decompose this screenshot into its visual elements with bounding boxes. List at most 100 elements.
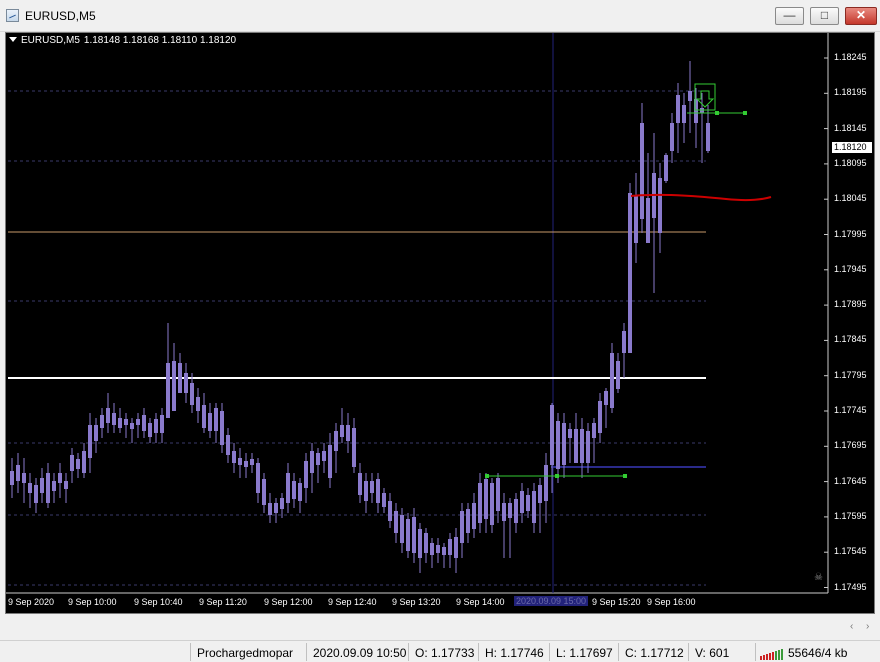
status-bar: Prochargedmopar 2020.09.09 10:50 O: 1.17… <box>0 640 880 662</box>
candle-body <box>310 451 314 473</box>
scroll-right-icon[interactable]: › <box>866 621 869 632</box>
candle-body <box>208 413 212 431</box>
price-axis-label: 1.18095 <box>834 157 867 168</box>
candle-body <box>22 473 26 483</box>
price-chart[interactable]: EURUSD,M5 1.18148 1.18168 1.18110 1.18120… <box>5 32 875 614</box>
candle-body <box>628 193 632 353</box>
candle-body <box>70 455 74 471</box>
time-axis-label: 9 Sep 10:00 <box>68 597 117 607</box>
status-separator <box>408 643 409 661</box>
candle-body <box>196 397 200 411</box>
candle-body <box>226 435 230 455</box>
candle-body <box>334 431 338 451</box>
candle-body <box>370 481 374 493</box>
price-axis-label: 1.18145 <box>834 122 867 133</box>
candle-body <box>262 479 266 505</box>
candle-body <box>106 408 110 423</box>
candle-body <box>538 485 542 503</box>
skull-icon: ☠ <box>814 572 823 583</box>
trade-marker <box>555 474 559 478</box>
candle-body <box>274 503 278 513</box>
time-axis-label: 9 Sep 12:00 <box>264 597 313 607</box>
candle-body <box>286 473 290 503</box>
candle-body <box>172 361 176 411</box>
candle-body <box>490 483 494 525</box>
candle-body <box>484 479 488 519</box>
candle-body <box>556 421 560 469</box>
candle-body <box>580 429 584 463</box>
price-axis-label: 1.17945 <box>834 263 867 274</box>
trade-marker <box>485 474 489 478</box>
price-axis-label: 1.18195 <box>834 87 867 98</box>
candle-body <box>154 419 158 433</box>
status-separator <box>306 643 307 661</box>
current-price-label: 1.18120 <box>832 142 872 153</box>
candle-body <box>256 463 260 493</box>
candle-body <box>622 331 626 353</box>
caption-dropdown-icon[interactable] <box>9 37 17 42</box>
price-axis-label: 1.17695 <box>834 440 867 451</box>
candle-body <box>64 481 68 489</box>
candle-body <box>178 363 182 393</box>
candle-body <box>448 539 452 555</box>
candle-body <box>430 543 434 555</box>
status-profile[interactable]: Prochargedmopar <box>197 646 293 660</box>
price-axis-label: 1.17495 <box>834 581 867 592</box>
candle-body <box>142 415 146 431</box>
title-bar[interactable]: EURUSD,M5 — □ ✕ <box>0 0 880 32</box>
candle-body <box>664 155 668 181</box>
candle-body <box>604 391 608 405</box>
status-separator <box>688 643 689 661</box>
status-open: O: 1.17733 <box>415 646 475 660</box>
candle-body <box>52 481 56 491</box>
maximize-button[interactable]: □ <box>810 7 839 25</box>
candle-body <box>436 545 440 553</box>
candle-body <box>478 483 482 523</box>
price-axis-label: 1.17795 <box>834 369 867 380</box>
candle-body <box>160 415 164 433</box>
candle-body <box>88 425 92 458</box>
scroll-left-icon[interactable]: ‹ <box>850 621 853 632</box>
candle-body <box>76 459 80 469</box>
candle-body <box>592 423 596 438</box>
candle-body <box>268 503 272 515</box>
close-button[interactable]: ✕ <box>845 7 877 25</box>
candle-body <box>100 415 104 428</box>
status-separator <box>549 643 550 661</box>
time-axis-label: 9 Sep 14:00 <box>456 597 505 607</box>
chart-caption: EURUSD,M5 1.18148 1.18168 1.18110 1.18120 <box>9 35 236 46</box>
price-axis-label: 1.18245 <box>834 52 867 62</box>
candle-body <box>202 405 206 428</box>
window-title: EURUSD,M5 <box>25 9 96 23</box>
chart-canvas[interactable] <box>6 33 875 614</box>
candle-body <box>502 503 506 521</box>
candle-body <box>118 418 122 428</box>
status-datetime: 2020.09.09 10:50 <box>313 646 407 660</box>
candle-body <box>352 428 356 467</box>
candle-body <box>424 533 428 553</box>
candle-body <box>130 423 134 429</box>
horizontal-scrollbar[interactable]: ‹ › <box>0 620 880 636</box>
candle-body <box>508 503 512 518</box>
candle-body <box>640 123 644 219</box>
candle-body <box>658 178 662 233</box>
trade-marker <box>715 111 719 115</box>
time-axis-label: 9 Sep 10:40 <box>134 597 183 607</box>
minimize-button[interactable]: — <box>775 7 804 25</box>
candle-body <box>184 373 188 393</box>
price-axis-label: 1.17995 <box>834 228 867 239</box>
candle-body <box>526 495 530 511</box>
candle-body <box>46 473 50 503</box>
connection-status-icon[interactable] <box>760 646 784 660</box>
candle-body <box>616 361 620 389</box>
candle-body <box>58 473 62 483</box>
candle-body <box>670 123 674 151</box>
candle-body <box>340 425 344 437</box>
candle-body <box>388 501 392 521</box>
candle-body <box>364 481 368 501</box>
candle-body <box>112 413 116 425</box>
price-axis-label: 1.17595 <box>834 510 867 521</box>
candle-body <box>454 537 458 558</box>
status-separator <box>190 643 191 661</box>
terminal-window: EURUSD,M5 — □ ✕ EURUSD,M5 1.18148 1.18168… <box>0 0 880 662</box>
